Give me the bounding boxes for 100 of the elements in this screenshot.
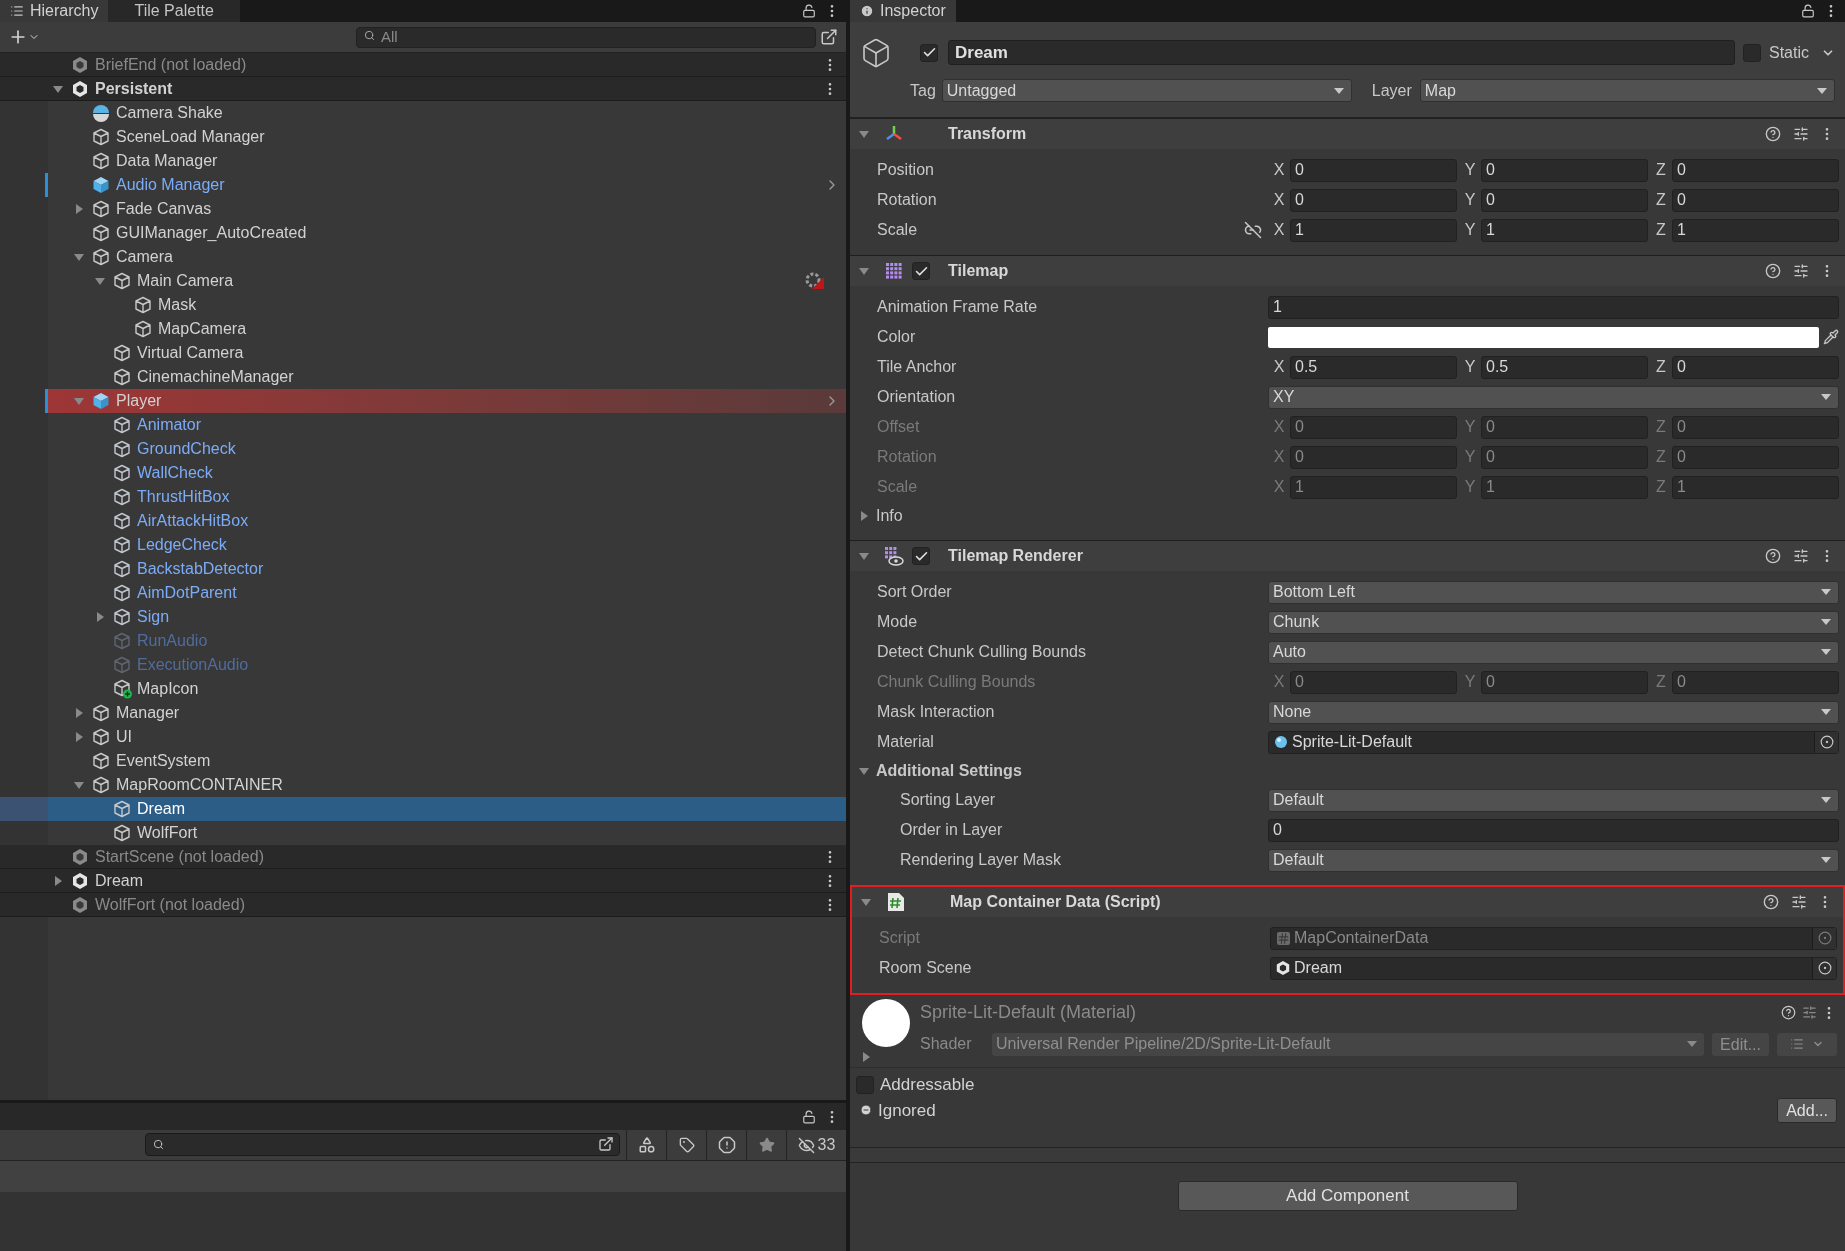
presets-icon[interactable] (1793, 548, 1809, 564)
item-label: WallCheck (137, 463, 213, 483)
lock-icon[interactable] (802, 4, 816, 18)
object-field[interactable]: Sprite-Lit-Default (1268, 730, 1839, 754)
number-field[interactable]: 0 (1672, 158, 1839, 182)
enable-checkbox[interactable] (912, 547, 930, 565)
number-field[interactable]: 0 (1290, 188, 1457, 212)
panel-tab[interactable]: Inspector (850, 0, 956, 22)
number-field[interactable]: 0.5 (1290, 355, 1457, 379)
collapse-toggle[interactable] (860, 896, 872, 908)
list-icon (10, 4, 24, 18)
help-icon[interactable] (1765, 548, 1781, 564)
object-field[interactable]: Dream (1270, 956, 1837, 980)
dropdown[interactable]: Default (1268, 848, 1839, 872)
expand-toggle[interactable] (73, 395, 85, 407)
active-checkbox[interactable] (920, 43, 938, 62)
expand-toggle[interactable] (52, 874, 64, 887)
eyedropper-icon[interactable] (1823, 329, 1839, 345)
expand-toggle[interactable] (73, 707, 85, 719)
lock-icon[interactable] (1801, 4, 1815, 18)
dropdown[interactable]: None (1268, 700, 1839, 724)
static-checkbox[interactable] (1743, 43, 1761, 62)
name-field[interactable]: Dream (948, 40, 1735, 65)
popout-icon[interactable] (820, 28, 838, 46)
tree-row[interactable]: Dream (0, 797, 846, 821)
search-field[interactable]: All (356, 26, 816, 48)
grid-eye-icon (884, 546, 904, 566)
picker-icon[interactable] (1817, 961, 1832, 975)
collapse-toggle[interactable] (858, 550, 870, 562)
item-label: Virtual Camera (137, 343, 244, 363)
tag-dropdown[interactable]: Untagged (941, 79, 1352, 102)
prefab-cube-icon (92, 392, 110, 410)
cube-icon (860, 36, 892, 69)
panel-tab[interactable]: Tile Palette (108, 0, 240, 22)
add-component-button[interactable]: Add Component (1177, 1181, 1518, 1211)
number-field[interactable]: 1 (1268, 295, 1839, 319)
enable-checkbox[interactable] (912, 262, 930, 280)
property-label: Material (877, 732, 934, 752)
tree-row[interactable]: Dream (0, 869, 846, 893)
search-icon (364, 30, 375, 41)
foldout-toggle[interactable] (858, 510, 870, 522)
dropdown[interactable]: Default (1268, 788, 1839, 812)
presets-icon[interactable] (1793, 126, 1809, 142)
collapse-toggle[interactable] (858, 128, 870, 140)
foldout-toggle[interactable] (858, 765, 870, 777)
cube-icon (113, 416, 131, 434)
item-label: Manager (116, 703, 180, 723)
help-icon[interactable] (1765, 263, 1781, 279)
number-field[interactable]: 1 (1672, 218, 1839, 242)
number-field[interactable]: 0 (1268, 818, 1839, 842)
shader-dropdown[interactable]: Universal Render Pipeline/2D/Sprite-Lit-Default (992, 1032, 1705, 1056)
presets-icon[interactable] (1791, 894, 1807, 910)
number-field[interactable]: 0 (1290, 158, 1457, 182)
panel-tab[interactable]: Hierarchy (0, 0, 109, 22)
number-field[interactable]: 1 (1481, 218, 1648, 242)
presets-icon[interactable] (1802, 1005, 1817, 1020)
number-field[interactable]: 0 (1672, 188, 1839, 212)
tag-icon (678, 1137, 695, 1153)
lock-icon[interactable] (802, 1109, 816, 1124)
collapse-toggle[interactable] (858, 265, 870, 277)
search-field[interactable] (145, 1133, 620, 1156)
list-icon (1790, 1037, 1804, 1051)
number-field[interactable]: 0 (1481, 158, 1648, 182)
edit-button[interactable]: Edit... (1712, 1032, 1769, 1056)
popout-icon[interactable] (598, 1136, 614, 1152)
number-field[interactable]: 0 (1672, 355, 1839, 379)
help-icon[interactable] (1765, 126, 1781, 142)
foldout-toggle[interactable] (860, 1051, 872, 1063)
expand-toggle[interactable] (73, 779, 85, 791)
help-icon[interactable] (1763, 894, 1779, 910)
unlink-icon[interactable] (1244, 221, 1262, 239)
tree-row[interactable]: Persistent (0, 77, 846, 101)
dropdown[interactable]: Auto (1268, 640, 1839, 664)
dropdown[interactable]: Bottom Left (1268, 580, 1839, 604)
tree-row[interactable]: WolfFort (not loaded) (0, 893, 846, 917)
number-field[interactable]: 0.5 (1481, 355, 1648, 379)
add-label-button[interactable]: Add... (1777, 1097, 1837, 1123)
expand-toggle[interactable] (73, 203, 85, 215)
item-label: Camera Shake (116, 103, 223, 123)
tree-row[interactable]: StartScene (not loaded) (0, 845, 846, 869)
expand-toggle[interactable] (73, 731, 85, 743)
script-icon (1276, 931, 1290, 945)
number-field[interactable]: 1 (1290, 218, 1457, 242)
layer-dropdown[interactable]: Map (1419, 79, 1835, 102)
help-icon[interactable] (1781, 1005, 1796, 1020)
axis-label: Y (1463, 220, 1477, 240)
dropdown[interactable]: Chunk (1268, 610, 1839, 634)
expand-toggle[interactable] (73, 251, 85, 263)
expand-toggle[interactable] (94, 611, 106, 623)
dropdown[interactable]: XY (1268, 385, 1839, 409)
script-icon (887, 892, 905, 912)
number-field[interactable]: 0 (1481, 188, 1648, 212)
color-swatch[interactable] (1268, 326, 1819, 348)
item-label: EventSystem (116, 751, 211, 771)
presets-icon[interactable] (1793, 263, 1809, 279)
tree-row[interactable]: BriefEnd (not loaded) (0, 53, 846, 77)
expand-toggle[interactable] (94, 275, 106, 287)
tree-row[interactable]: Player (0, 389, 846, 413)
property-label: Scale (877, 220, 918, 240)
picker-icon[interactable] (1819, 735, 1834, 749)
